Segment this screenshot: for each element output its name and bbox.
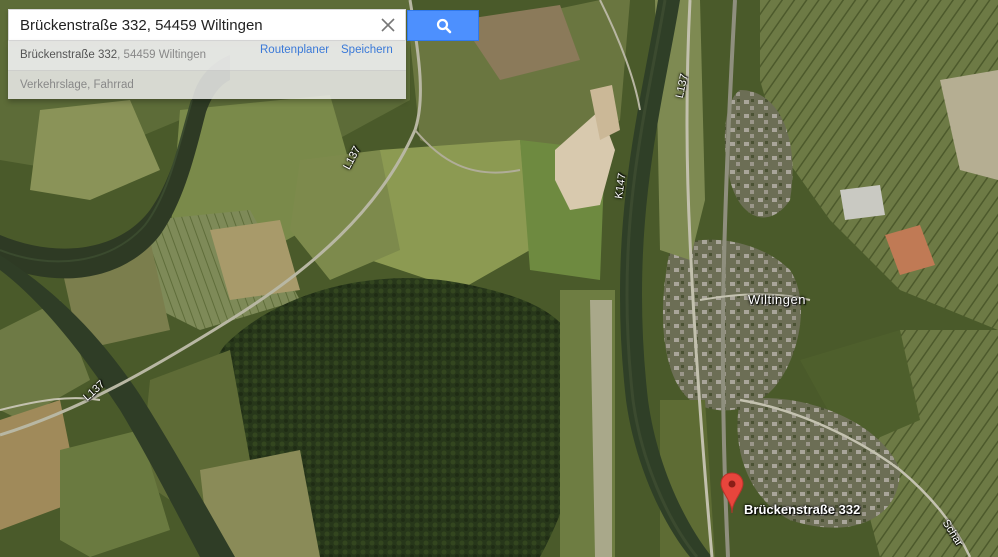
suggestion-item-address[interactable]: Brückenstraße 332, 54459 Wiltingen Route… bbox=[8, 41, 406, 70]
map-pin-icon[interactable] bbox=[719, 471, 745, 515]
place-label-wiltingen: Wiltingen bbox=[748, 292, 806, 307]
route-planner-link[interactable]: Routenplaner bbox=[260, 42, 329, 58]
suggestion-item-traffic[interactable]: Verkehrslage, Fahrrad bbox=[8, 70, 406, 99]
marker-label: Brückenstraße 332 bbox=[744, 502, 861, 517]
suggestion-main-text: Brückenstraße 332 bbox=[20, 49, 118, 61]
suggestion-main-text: Verkehrslage, Fahrrad bbox=[20, 79, 134, 91]
search-box bbox=[8, 9, 406, 41]
suggestion-panel: Brückenstraße 332, 54459 Wiltingen Route… bbox=[8, 41, 406, 99]
suggestion-secondary-text: , 54459 Wiltingen bbox=[117, 49, 207, 61]
close-icon[interactable] bbox=[379, 16, 397, 34]
save-link[interactable]: Speichern bbox=[341, 42, 393, 58]
search-input[interactable] bbox=[9, 10, 369, 40]
search-button[interactable] bbox=[407, 10, 479, 41]
search-icon bbox=[436, 18, 452, 34]
